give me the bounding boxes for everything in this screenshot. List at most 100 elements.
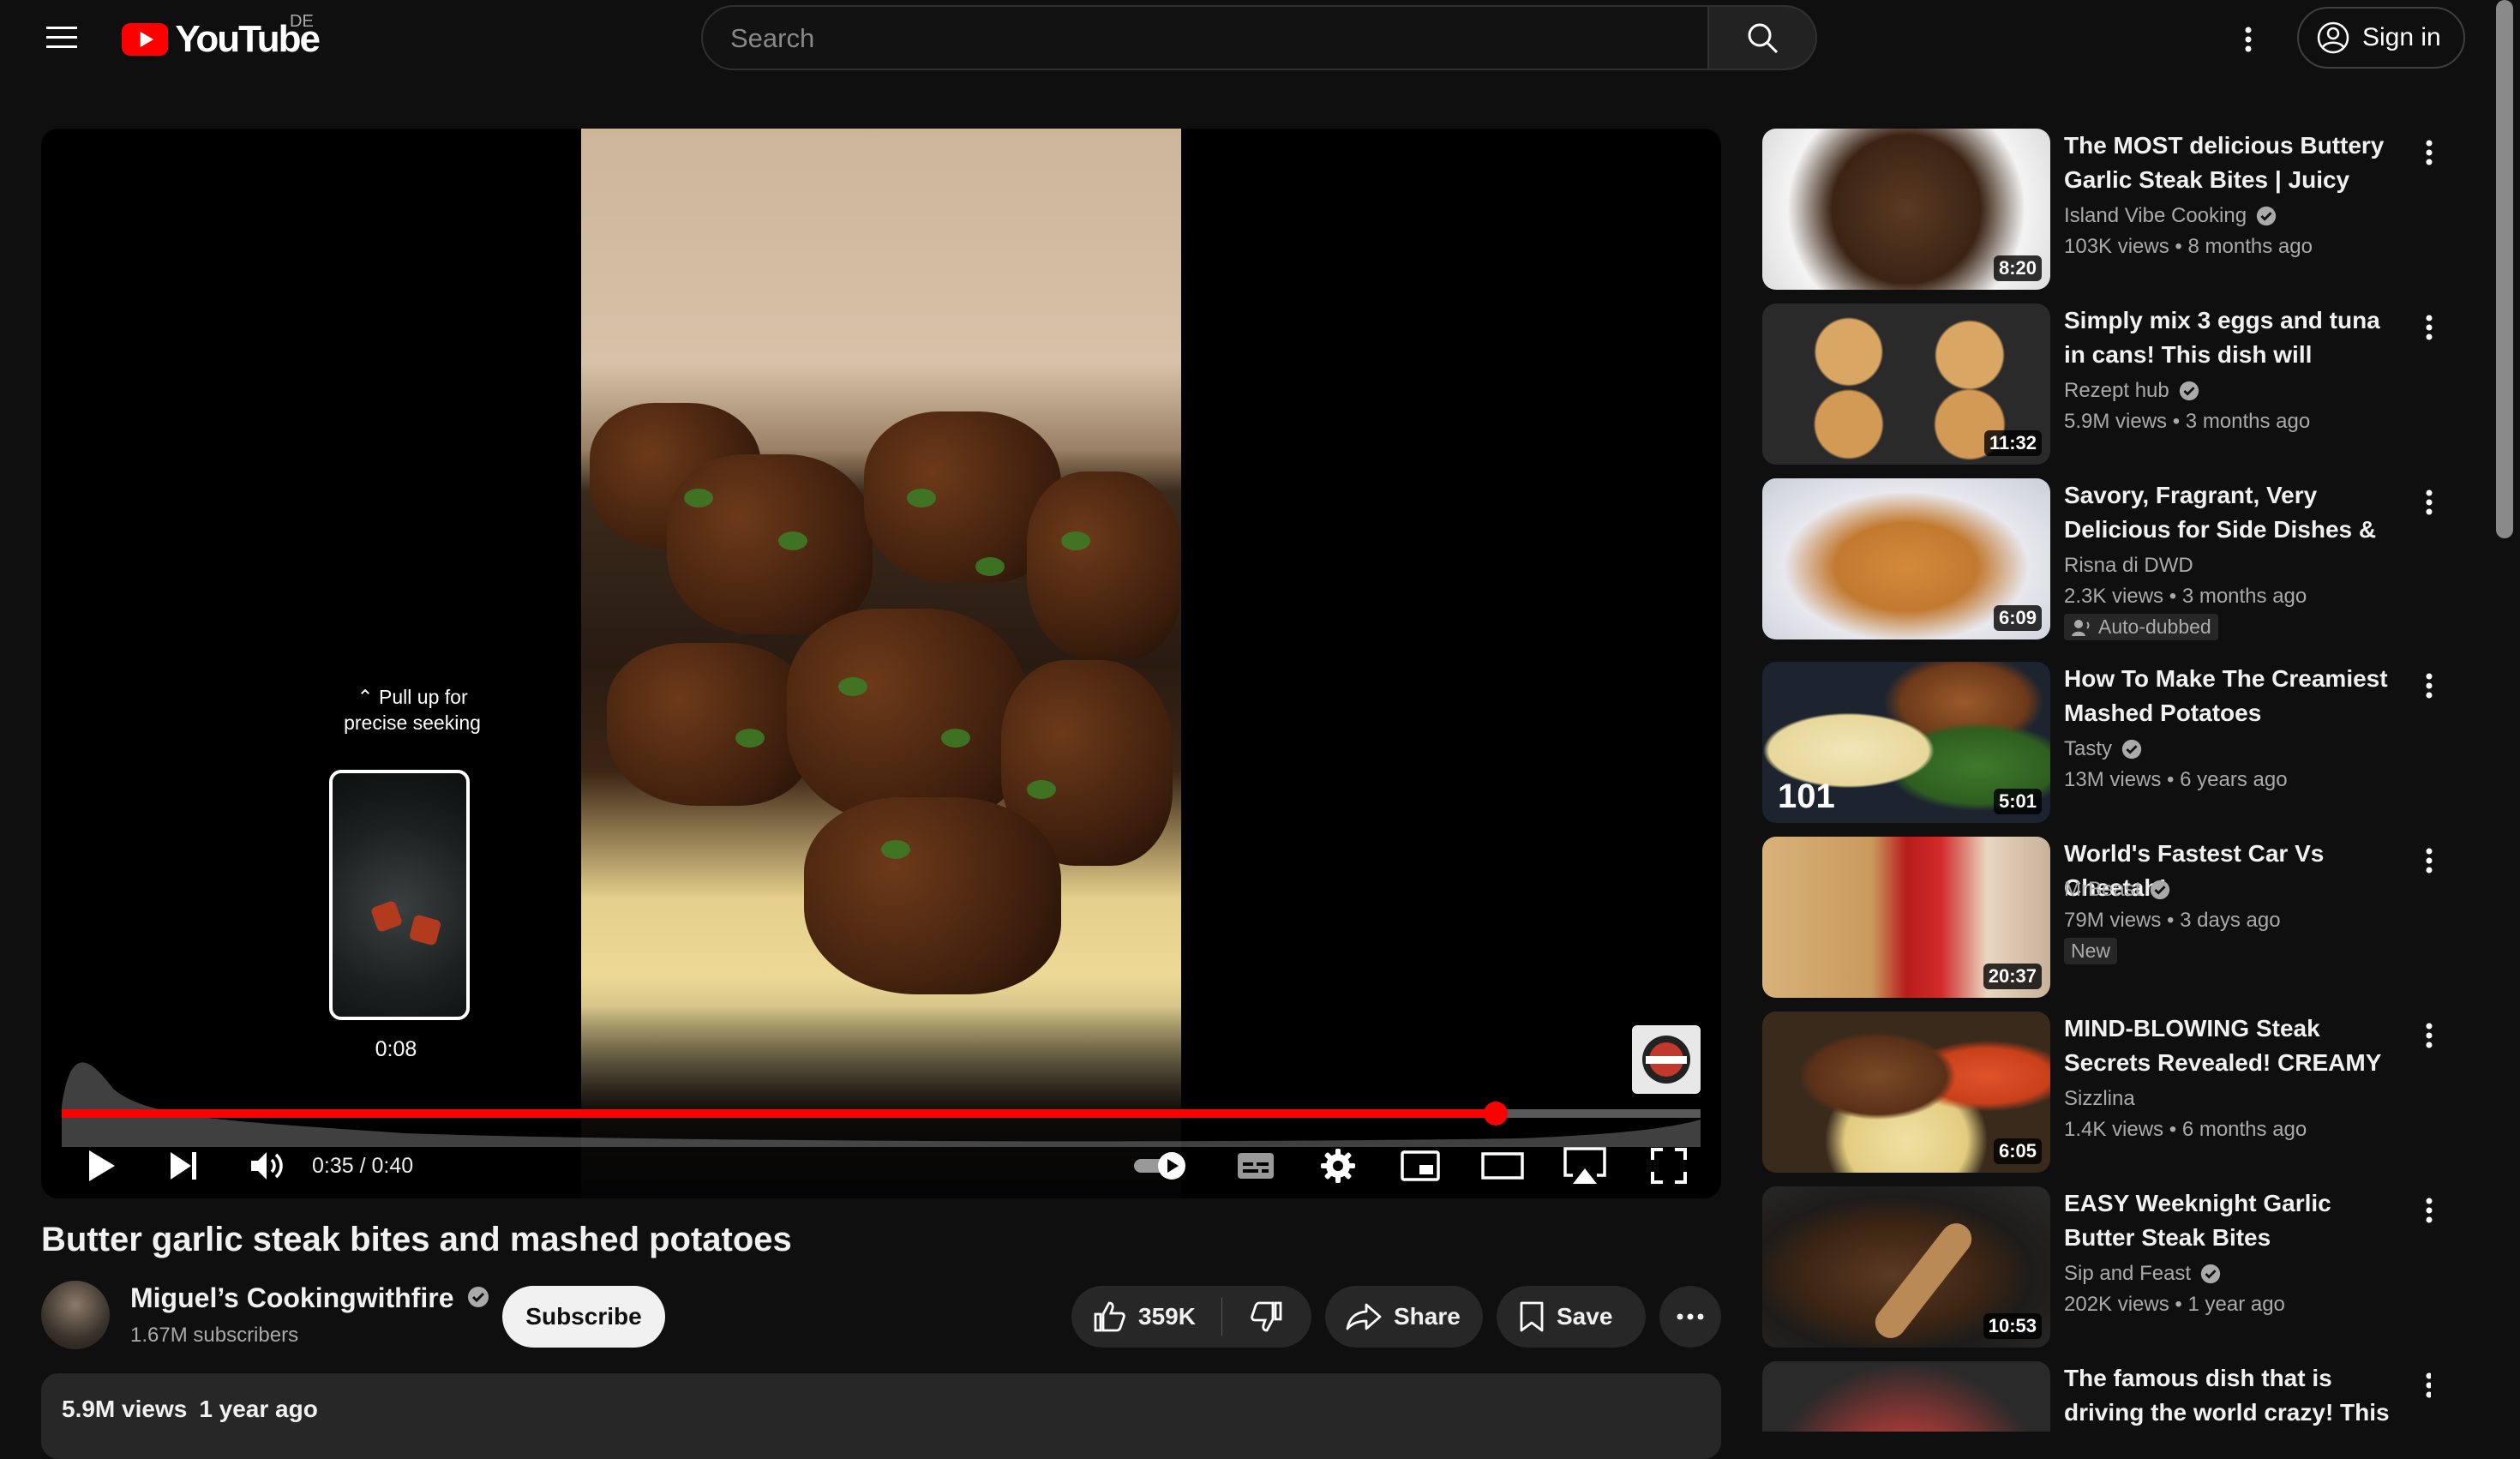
progress-played [62,1109,1496,1118]
autoplay-toggle[interactable] [1128,1133,1197,1198]
more-actions-button[interactable] [1659,1286,1721,1348]
recommendation-item[interactable]: 8:20 The MOST delicious Buttery Garlic S… [1762,129,2433,291]
views-text: 1.4K views [2064,1118,2164,1141]
recommendation-thumbnail[interactable]: 20:37 [1762,837,2050,998]
recommendation-menu-button[interactable] [2419,307,2439,348]
verified-icon [2151,880,2170,900]
channel-name-text: Miguel’s Cookingwithfire [130,1282,454,1313]
dubbing-person-icon [2072,619,2090,636]
recommendation-title[interactable]: The MOST delicious Buttery Garlic Steak … [2064,129,2407,197]
age-text: 3 days ago [2180,909,2281,932]
theater-mode-button[interactable] [1473,1133,1533,1198]
more-vert-icon [2426,315,2433,340]
recommendation-menu-button[interactable] [2419,1015,2439,1056]
mute-button[interactable] [238,1133,298,1198]
account-icon [2317,21,2349,54]
seek-hint: ⌃ Pull up for precise seeking [331,684,494,736]
sign-in-button[interactable]: Sign in [2297,7,2465,69]
recommendation-item[interactable]: 20:37 World's Fastest Car Vs Cheetah! Mr… [1762,837,2433,1000]
airplay-button[interactable] [1555,1133,1615,1198]
recommendation-menu-button[interactable] [2419,1365,2431,1406]
recommendation-channel[interactable]: Island Vibe Cooking [2064,204,2277,228]
recommendation-item[interactable]: 10:53 EASY Weeknight Garlic Butter Steak… [1762,1186,2433,1349]
recommendation-channel[interactable]: Rezept hub [2064,379,2200,403]
recommendation-menu-button[interactable] [2419,132,2439,173]
dislike-button[interactable] [1222,1300,1311,1334]
masthead: YouTube DE Sign in [0,0,2520,90]
recommendation-meta: 1.4K views • 6 months ago [2064,1118,2307,1141]
progress-bar[interactable] [62,1102,1701,1126]
volume-icon [251,1152,283,1180]
channel-avatar[interactable] [41,1281,110,1349]
recommendation-channel[interactable]: Risna di DWD [2064,554,2193,578]
miniplayer-button[interactable] [1390,1133,1450,1198]
more-vert-icon [2426,848,2433,874]
channel-name-text: Tasty [2064,737,2113,760]
new-badge: New [2064,938,2118,964]
settings-button[interactable] [1308,1133,1368,1198]
recommendation-menu-button[interactable] [2419,1190,2439,1231]
recommendation-title[interactable]: Simply mix 3 eggs and tuna in cans! This… [2064,303,2407,372]
next-button[interactable] [158,1133,209,1198]
bookmark-icon [1520,1301,1544,1332]
search-input[interactable] [729,7,1675,70]
recommendation-menu-button[interactable] [2419,665,2439,706]
recommendation-title[interactable]: EASY Weeknight Garlic Butter Steak Bites [2064,1186,2407,1255]
recommendation-thumbnail[interactable]: 11:32 [1762,303,2050,465]
recommendation-channel[interactable]: Sip and Feast [2064,1262,2222,1286]
recommendation-meta: 103K views • 8 months ago [2064,235,2313,258]
progress-scrubber[interactable] [1484,1102,1508,1126]
page-scrollbar[interactable] [2496,0,2513,538]
recommendation-title[interactable]: The famous dish that is driving the worl… [2064,1361,2407,1430]
channel-name-text: Rezept hub [2064,379,2169,402]
recommendation-title[interactable]: MIND-BLOWING Steak Secrets Revealed! CRE… [2064,1012,2407,1080]
like-button[interactable]: 359K [1071,1300,1221,1334]
airplay-icon [1563,1147,1606,1184]
description-meta: 5.9M views 1 year ago [62,1396,318,1423]
hamburger-icon [46,27,77,48]
miniplayer-icon [1401,1150,1440,1181]
recommendation-item[interactable]: 101 5:01 How To Make The Creamiest Mashe… [1762,662,2433,825]
recommendation-title[interactable]: Savory, Fragrant, Very Delicious for Sid… [2064,478,2407,547]
search-button[interactable] [1709,5,1817,70]
guide-menu-button[interactable] [34,10,89,65]
video-player[interactable]: ⌃ Pull up for precise seeking 0:08 0:35 … [41,129,1721,1198]
recommendation-thumbnail[interactable]: 6:05 [1762,1012,2050,1173]
gear-icon [1321,1149,1355,1183]
recommendation-title[interactable]: How To Make The Creamiest Mashed Potatoe… [2064,662,2407,730]
recommendation-thumbnail[interactable]: 10:53 [1762,1186,2050,1348]
recommendation-menu-button[interactable] [2419,840,2439,881]
subscribe-button[interactable]: Subscribe [502,1286,665,1348]
play-button[interactable] [75,1133,127,1198]
description-box[interactable]: 5.9M views 1 year ago [41,1373,1721,1459]
recommendation-thumbnail[interactable]: 101 5:01 [1762,662,2050,823]
recommendation-thumbnail[interactable]: 6:09 [1762,478,2050,639]
views-text: 202K views [2064,1293,2169,1316]
recommendation-thumbnail[interactable]: 8:20 [1762,129,2050,290]
recommendation-item[interactable]: 6:09 Savory, Fragrant, Very Delicious fo… [1762,478,2433,641]
more-vert-icon [2426,1198,2433,1223]
recommendation-item[interactable]: 6:05 MIND-BLOWING Steak Secrets Revealed… [1762,1012,2433,1174]
youtube-play-logo-icon [122,22,169,57]
settings-menu-button[interactable] [2230,12,2266,67]
verified-icon [2200,1264,2221,1284]
recommendation-channel[interactable]: Tasty [2064,737,2143,761]
subtitles-button[interactable] [1226,1133,1286,1198]
search-box [701,5,1709,70]
badge-text: Auto-dubbed [2098,615,2211,638]
seek-preview-thumbnail [329,770,470,1020]
thumbs-up-icon [1094,1301,1125,1332]
views-text: 13M views [2064,768,2162,791]
subscriber-count: 1.67M subscribers [130,1324,299,1347]
share-button[interactable]: Share [1325,1286,1483,1348]
recommendation-menu-button[interactable] [2419,482,2439,523]
fullscreen-button[interactable] [1639,1133,1699,1198]
recommendation-channel[interactable]: MrBeast [2064,878,2171,902]
recommendation-channel[interactable]: Sizzlina [2064,1087,2135,1111]
save-button[interactable]: Save [1497,1286,1646,1348]
duration-badge: 10:53 [1983,1313,2042,1339]
recommendation-item[interactable]: The famous dish that is driving the worl… [1762,1361,2431,1432]
channel-name[interactable]: Miguel’s Cookingwithfire [130,1282,490,1314]
recommendation-item[interactable]: 11:32 Simply mix 3 eggs and tuna in cans… [1762,303,2433,466]
recommendation-thumbnail[interactable] [1762,1361,2050,1432]
